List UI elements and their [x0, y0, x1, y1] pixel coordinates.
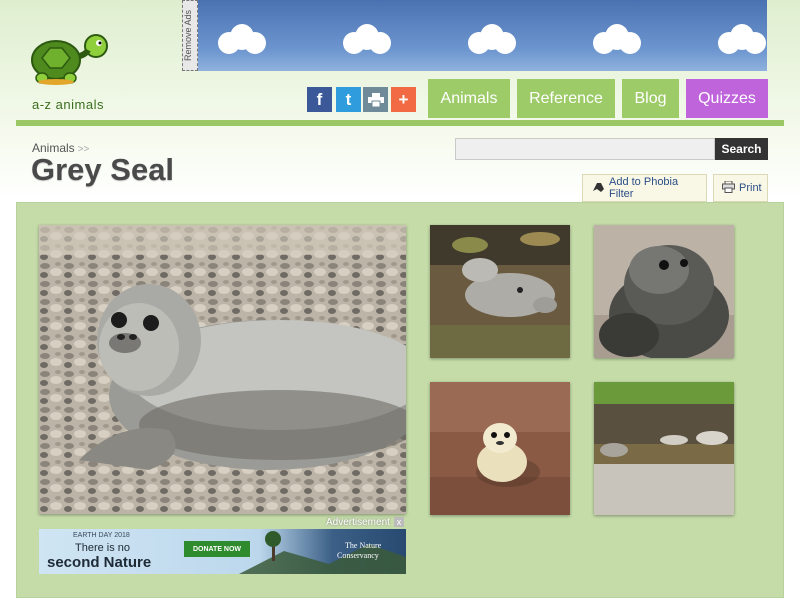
printer-icon [722, 180, 735, 196]
nav-tab-animals[interactable]: Animals [428, 79, 510, 118]
print-label: Print [739, 182, 762, 194]
search-input[interactable] [455, 138, 715, 160]
advertisement-label: Advertisement [326, 517, 390, 528]
spider-icon [591, 181, 605, 196]
cloud-icon [214, 22, 268, 56]
main-seal-photo[interactable] [39, 225, 406, 514]
share-plus-icon[interactable]: + [391, 87, 416, 112]
seal-thumbnail-4[interactable] [594, 382, 734, 515]
ad-brand-line2: Conservancy [337, 551, 379, 560]
cloud-icon [339, 22, 393, 56]
print-share-icon[interactable] [363, 87, 388, 112]
twitter-icon[interactable]: t [336, 87, 361, 112]
ad-earth-day-text: EARTH DAY 2018 [73, 532, 130, 539]
phobia-filter-button[interactable]: Add to Phobia Filter [582, 174, 707, 202]
nav-tab-blog[interactable]: Blog [622, 79, 679, 118]
print-button[interactable]: Print [713, 174, 768, 202]
cloud-icon [714, 22, 767, 56]
seal-thumbnail-3[interactable] [430, 382, 570, 515]
cloud-icon [464, 22, 518, 56]
header-divider [16, 120, 784, 126]
ad-headline-line1: There is no [75, 542, 131, 554]
facebook-icon[interactable]: f [307, 87, 332, 112]
ad-close-icon[interactable]: x [394, 517, 404, 527]
phobia-filter-label: Add to Phobia Filter [609, 176, 679, 200]
cloud-icon [589, 22, 643, 56]
nature-conservancy-ad[interactable]: EARTH DAY 2018 There is no second Nature… [39, 529, 406, 574]
nav-tab-reference[interactable]: Reference [517, 79, 615, 118]
remove-ads-button[interactable]: Remove Ads [182, 0, 198, 71]
seal-thumbnail-1[interactable] [430, 225, 570, 358]
header-banner: Remove Ads [182, 0, 767, 71]
site-logo-text[interactable]: a-z animals [32, 97, 104, 112]
nav-tab-quizzes[interactable]: Quizzes [686, 79, 768, 118]
search-button[interactable]: Search [715, 138, 768, 160]
page-title: Grey Seal [31, 152, 175, 187]
ad-headline-line2: second Nature [47, 554, 152, 571]
seal-thumbnail-2[interactable] [594, 225, 734, 358]
ad-donate-button[interactable]: DONATE NOW [184, 541, 250, 557]
ad-brand-line1: The Nature [345, 541, 382, 550]
